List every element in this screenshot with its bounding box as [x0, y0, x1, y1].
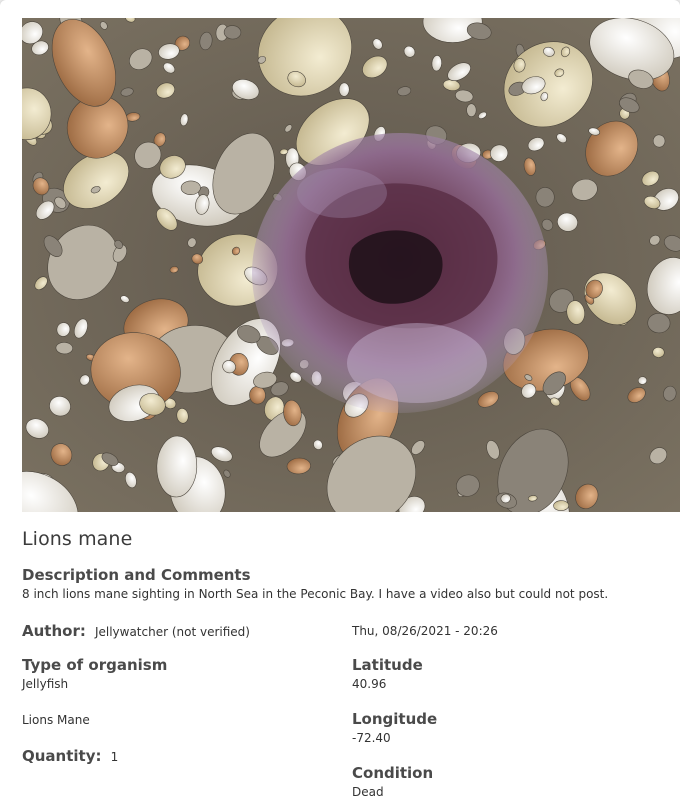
condition-heading: Condition — [352, 764, 434, 782]
organism-type-heading: Type of organism — [22, 656, 168, 674]
author-value: Jellywatcher (not verified) — [94, 625, 250, 639]
species-value: Lions Mane — [22, 713, 90, 727]
author-row: Author: Jellywatcher (not verified) — [22, 621, 250, 640]
observation-datetime: Thu, 08/26/2021 - 20:26 — [352, 624, 498, 638]
quantity-row: Quantity: 1 — [22, 746, 118, 765]
jellyfish-photo-illustration — [22, 18, 680, 512]
condition-value: Dead — [352, 785, 384, 799]
observation-card: Lions mane Description and Comments 8 in… — [0, 0, 680, 808]
observation-title: Lions mane — [22, 528, 133, 550]
latitude-value: 40.96 — [352, 677, 387, 691]
observation-photo[interactable] — [22, 18, 680, 512]
pebble — [180, 180, 201, 196]
quantity-label: Quantity: — [22, 747, 102, 765]
longitude-value: -72.40 — [352, 731, 391, 745]
latitude-heading: Latitude — [352, 656, 423, 674]
pebble — [535, 187, 555, 208]
author-label: Author: — [22, 622, 86, 640]
description-heading: Description and Comments — [22, 566, 251, 584]
quantity-value: 1 — [110, 750, 119, 764]
pebble — [466, 103, 477, 117]
longitude-heading: Longitude — [352, 710, 438, 728]
description-text: 8 inch lions mane sighting in North Sea … — [22, 587, 609, 601]
pebble — [553, 500, 569, 511]
organism-type-value: Jellyfish — [22, 677, 69, 691]
pebble — [338, 82, 350, 97]
